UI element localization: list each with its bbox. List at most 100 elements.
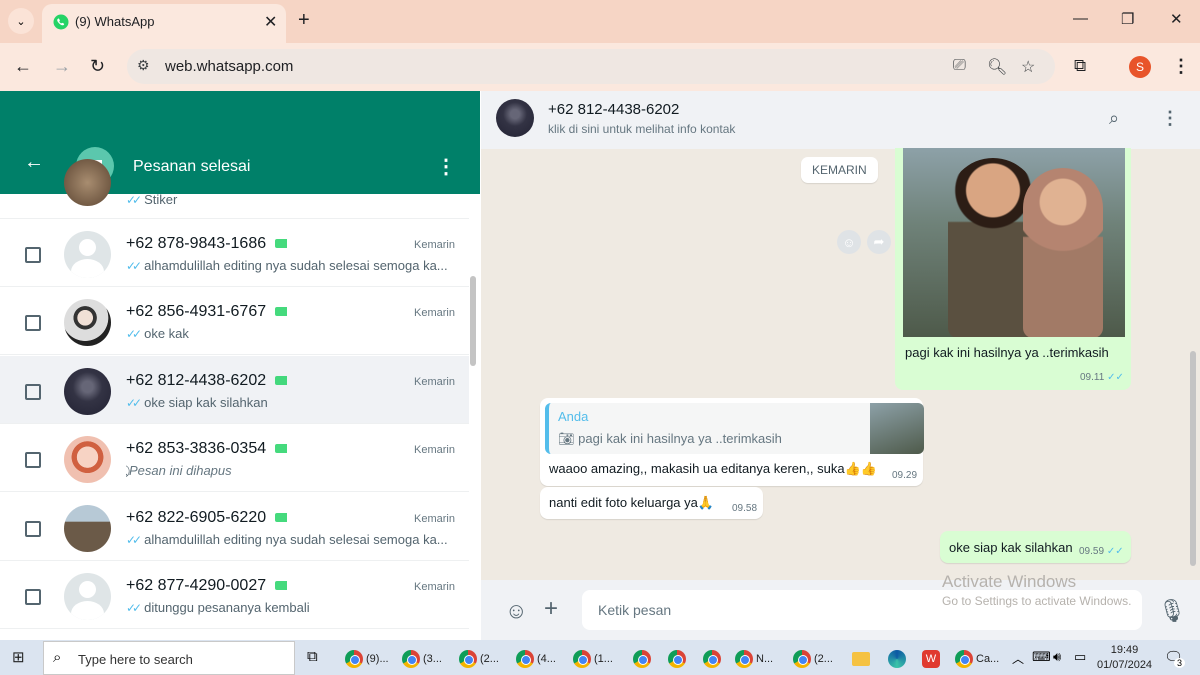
- close-window-icon[interactable]: ✕: [1170, 10, 1183, 28]
- chat-name: +62 812-4438-6202: [126, 371, 267, 389]
- chrome-icon[interactable]: [633, 646, 654, 672]
- chat-last-message: ⃠Pesan ini dihapus: [126, 463, 456, 479]
- outgoing-image-message[interactable]: pagi kak ini hasilnya ya ..terimkasih 09…: [895, 148, 1131, 390]
- attach-plus-icon[interactable]: +: [544, 595, 558, 623]
- chat-last-message-text: alhamdulillah editing nya sudah selesai …: [144, 531, 448, 547]
- taskbar-app-button[interactable]: Ca...: [955, 646, 999, 672]
- scrollbar[interactable]: [470, 276, 476, 366]
- taskbar-app-label: (9)...: [366, 653, 389, 665]
- back-arrow-icon[interactable]: ←: [14, 56, 32, 77]
- chat-row[interactable]: +62 853-3836-0354 Kemarin⃠Pesan ini dihap…: [0, 424, 469, 493]
- tab-search-button[interactable]: ⌄: [8, 8, 34, 34]
- taskbar-app-button[interactable]: (4...: [516, 646, 556, 672]
- message-text: oke siap kak silahkan: [949, 540, 1073, 555]
- clock-time: 19:49: [1110, 644, 1139, 656]
- reload-icon[interactable]: ↻: [90, 56, 105, 77]
- file-explorer-icon[interactable]: [852, 646, 870, 672]
- display-icon[interactable]: ▭: [1074, 649, 1086, 665]
- bookmark-star-icon[interactable]: ☆: [1021, 57, 1035, 77]
- contact-avatar[interactable]: [496, 99, 534, 137]
- double-check-icon: ✓✓: [126, 395, 142, 410]
- conversation-panel: +62 812-4438-6202 klik di sini untuk mel…: [481, 91, 1200, 640]
- network-icon[interactable]: ⌨: [1032, 649, 1051, 665]
- minimize-icon[interactable]: —: [1073, 10, 1088, 27]
- chat-last-message: ✓✓ oke kak: [126, 326, 456, 341]
- contact-name[interactable]: +62 812-4438-6202: [548, 101, 679, 118]
- label-menu-icon[interactable]: ⋮: [436, 154, 456, 179]
- chrome-icon: [402, 650, 420, 668]
- chat-row[interactable]: +62 856-4931-6767 Kemarin ✓✓ oke kak: [0, 287, 469, 356]
- chrome-icon: [735, 650, 753, 668]
- conversation-header[interactable]: +62 812-4438-6202 klik di sini untuk mel…: [481, 91, 1200, 149]
- incoming-message[interactable]: nanti edit foto keluarga ya🙏 09.58: [540, 487, 763, 519]
- menu-icon[interactable]: ⋮: [1161, 108, 1179, 129]
- taskbar-app-label: Ca...: [976, 653, 1000, 665]
- chat-row[interactable]: +62 878-9843-1686 Kemarin ✓✓ alhamdulillah …: [0, 219, 469, 287]
- taskbar-app-button[interactable]: (1...: [573, 646, 613, 672]
- clock-date: 01/07/2024: [1097, 659, 1153, 671]
- select-checkbox[interactable]: [25, 383, 41, 400]
- taskbar-app-button[interactable]: N...: [735, 646, 773, 672]
- outgoing-message[interactable]: oke siap kak silahkan 09.59 ✓✓: [940, 531, 1131, 563]
- volume-icon[interactable]: 🔊︎: [1053, 649, 1061, 665]
- restore-icon[interactable]: ❐: [1121, 10, 1134, 28]
- taskbar-app-button[interactable]: (9)...: [345, 646, 389, 672]
- search-icon[interactable]: ⌕: [1109, 108, 1119, 129]
- chat-name: +62 822-6905-6220: [126, 508, 267, 526]
- zoom-icon[interactable]: 🔍︎: [987, 57, 1007, 77]
- chrome-icon[interactable]: [668, 646, 689, 672]
- chrome-icon[interactable]: [703, 646, 724, 672]
- edge-icon[interactable]: [888, 646, 906, 672]
- select-checkbox[interactable]: [25, 520, 41, 537]
- profile-avatar[interactable]: S: [1129, 56, 1151, 78]
- select-checkbox[interactable]: [25, 589, 41, 605]
- chat-time: Kemarin: [414, 239, 455, 251]
- chat-last-message: ✓✓ oke siap kak silahkan: [126, 395, 456, 410]
- chat-row[interactable]: +62 877-4290-0027 Kemarin ✓✓ ditunggu pesan…: [0, 561, 469, 629]
- emoji-icon[interactable]: ☺: [505, 598, 527, 624]
- chat-time: Kemarin: [414, 512, 455, 525]
- forward-arrow-icon[interactable]: →: [53, 56, 71, 77]
- chat-list-panel: ← Pesanan selesai ⋮ ✓✓ Stiker +62 878-984…: [0, 91, 480, 640]
- taskbar-search[interactable]: ⌕ Type here to search: [43, 641, 295, 675]
- chat-last-message: ✓✓ alhamdulillah editing nya sudah selesa…: [126, 532, 456, 547]
- browser-menu-icon[interactable]: ⋮: [1172, 56, 1190, 77]
- photo-thumbnail[interactable]: [903, 148, 1125, 337]
- select-checkbox[interactable]: [25, 315, 41, 332]
- address-bar[interactable]: ⚙ web.whatsapp.com ⎚ 🔍︎ ☆: [127, 49, 1055, 84]
- chat-row[interactable]: +62 812-4438-6202 Kemarin ✓✓ oke siap kak s…: [0, 355, 469, 424]
- chat-row[interactable]: +62 822-6905-6220 Kemarin ✓✓ alhamdulillah …: [0, 493, 469, 561]
- microphone-icon[interactable]: 🎙︎: [1158, 598, 1186, 624]
- windows-start-icon[interactable]: ⊞: [12, 648, 25, 666]
- browser-tab[interactable]: (9) WhatsApp ✕: [42, 4, 286, 43]
- forward-icon[interactable]: ➦: [867, 230, 891, 254]
- taskbar-app-button[interactable]: (2...: [459, 646, 499, 672]
- select-checkbox[interactable]: [25, 247, 41, 263]
- taskbar-clock[interactable]: 19:49 01/07/2024: [1097, 643, 1152, 673]
- new-tab-button[interactable]: +: [298, 9, 310, 32]
- quoted-message[interactable]: Anda 📷︎ pagi kak ini hasilnya ya ..terim…: [545, 403, 924, 454]
- tray-chevron-icon[interactable]: ︿: [1012, 650, 1024, 667]
- wps-office-icon[interactable]: W: [922, 646, 940, 672]
- chat-time: Kemarin: [414, 375, 455, 388]
- site-info-icon[interactable]: ⚙: [137, 57, 150, 74]
- taskbar-app-button[interactable]: (3...: [402, 646, 442, 672]
- select-checkbox[interactable]: [25, 452, 41, 469]
- message-composer: ☺ + Ketik pesan 🎙︎: [481, 580, 1200, 640]
- chat-row-partial[interactable]: ✓✓ Stiker: [0, 159, 469, 219]
- extensions-icon[interactable]: ⧉: [1074, 56, 1086, 76]
- label-tag-icon: [275, 444, 287, 454]
- taskbar-app-button[interactable]: (2...: [793, 646, 833, 672]
- incoming-reply-message[interactable]: Anda 📷︎ pagi kak ini hasilnya ya ..terim…: [540, 398, 924, 486]
- taskbar-app-label: (4...: [537, 653, 556, 665]
- url-text[interactable]: web.whatsapp.com: [165, 58, 293, 75]
- scrollbar[interactable]: [1190, 351, 1196, 566]
- close-tab-icon[interactable]: ✕: [264, 12, 277, 32]
- avatar: [64, 367, 111, 415]
- emoji-react-icon[interactable]: ☺: [837, 230, 861, 254]
- back-arrow-icon[interactable]: ←: [24, 151, 44, 174]
- chat-time: Kemarin: [414, 444, 455, 457]
- activation-watermark-subtitle: Go to Settings to activate Windows.: [942, 594, 1132, 608]
- task-view-icon[interactable]: ⧉: [307, 648, 318, 665]
- install-app-icon[interactable]: ⎚: [953, 57, 966, 75]
